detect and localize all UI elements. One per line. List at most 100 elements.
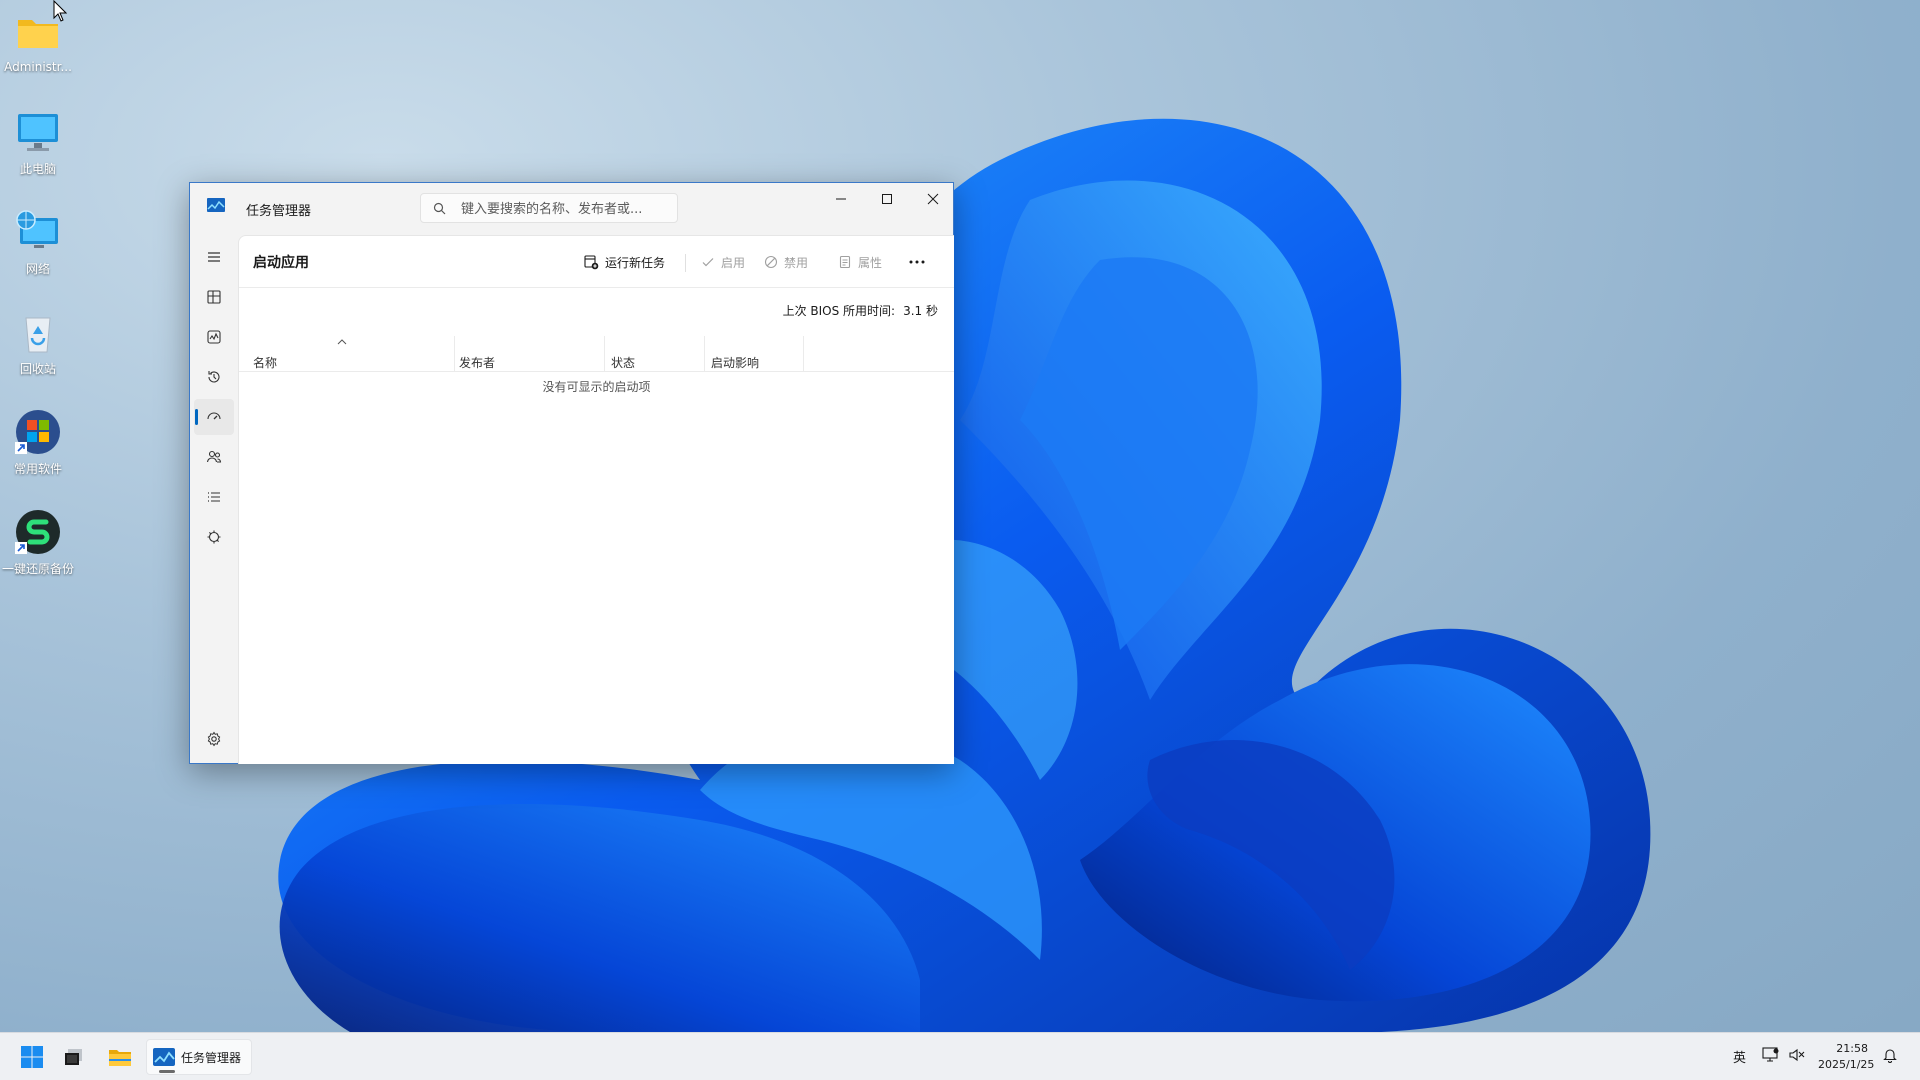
column-status-label: 状态 bbox=[611, 356, 636, 370]
desktop-icon-this-pc[interactable]: 此电脑 bbox=[0, 108, 76, 177]
column-header-status[interactable]: 状态 bbox=[611, 336, 701, 372]
column-divider[interactable] bbox=[454, 336, 455, 372]
search-box[interactable] bbox=[420, 193, 678, 223]
column-header-name[interactable]: 名称 bbox=[239, 336, 447, 372]
notification-center-button[interactable] bbox=[1882, 1047, 1898, 1067]
volume-tray-button[interactable] bbox=[1788, 1047, 1806, 1067]
clock-date: 2025/1/25 bbox=[1818, 1058, 1875, 1071]
taskbar: 任务管理器 英 21:58 2025/1/25 bbox=[0, 1032, 1920, 1080]
nav-app-history[interactable] bbox=[194, 359, 234, 395]
file-explorer-icon bbox=[109, 1050, 131, 1066]
more-icon bbox=[909, 260, 925, 264]
more-options-button[interactable] bbox=[906, 248, 934, 276]
nav-startup-apps[interactable] bbox=[194, 399, 234, 435]
software-shortcut-icon bbox=[14, 408, 62, 456]
menu-icon bbox=[208, 252, 220, 262]
sort-ascending-icon bbox=[337, 339, 347, 345]
details-icon bbox=[208, 492, 220, 502]
run-new-task-button[interactable]: 运行新任务 bbox=[583, 248, 665, 276]
clock-time: 21:58 bbox=[1836, 1042, 1868, 1055]
task-manager-icon bbox=[153, 1048, 175, 1066]
startup-apps-page: 启动应用 运行新任务 启用 禁用 属性 上次 BIOS 所用时间: 3.1 秒 bbox=[238, 235, 954, 764]
empty-list-message: 没有可显示的启动项 bbox=[542, 380, 651, 394]
disable-icon bbox=[764, 255, 778, 269]
minimize-button[interactable] bbox=[818, 183, 864, 215]
desktop-icon-label: 网络 bbox=[25, 262, 50, 276]
input-language-indicator[interactable]: 英 bbox=[1733, 1047, 1746, 1066]
app-history-icon bbox=[208, 371, 220, 383]
column-divider[interactable] bbox=[803, 336, 804, 372]
title-bar[interactable]: 任务管理器 bbox=[190, 183, 953, 235]
desktop-icon-network[interactable]: 网络 bbox=[0, 208, 76, 277]
network-icon bbox=[14, 208, 62, 256]
properties-icon bbox=[839, 255, 851, 269]
run-new-task-icon bbox=[584, 255, 599, 270]
checkmark-icon bbox=[702, 258, 714, 267]
maximize-button[interactable] bbox=[864, 183, 910, 215]
page-title: 启动应用 bbox=[253, 255, 309, 271]
nav-users[interactable] bbox=[194, 439, 234, 475]
column-divider[interactable] bbox=[704, 336, 705, 372]
enable-button[interactable]: 启用 bbox=[701, 248, 745, 276]
close-button[interactable] bbox=[910, 183, 956, 215]
table-header: 名称 发布者 状态 启动影响 bbox=[239, 336, 954, 372]
users-icon bbox=[206, 450, 222, 463]
mouse-cursor-icon bbox=[53, 0, 67, 22]
desktop-icon-label: Administr... bbox=[4, 60, 72, 74]
task-view-button[interactable] bbox=[56, 1039, 92, 1075]
network-status-icon bbox=[1762, 1047, 1779, 1062]
performance-icon bbox=[207, 330, 221, 344]
desktop-icon-restore-backup[interactable]: 一键还原备份 bbox=[0, 508, 76, 577]
task-manager-app-icon bbox=[207, 198, 225, 212]
startup-apps-icon bbox=[207, 412, 221, 420]
desktop-icon-common-software[interactable]: 常用软件 bbox=[0, 408, 76, 477]
bios-time-label: 上次 BIOS 所用时间: bbox=[782, 304, 896, 318]
desktop-icon-recycle-bin[interactable]: 回收站 bbox=[0, 308, 76, 377]
nav-details[interactable] bbox=[194, 479, 234, 515]
settings-icon bbox=[207, 731, 221, 747]
search-icon bbox=[433, 202, 446, 215]
desktop-icon-label: 一键还原备份 bbox=[1, 562, 74, 576]
speaker-muted-icon bbox=[1789, 1048, 1805, 1062]
nav-performance[interactable] bbox=[194, 319, 234, 355]
maximize-icon bbox=[882, 194, 892, 204]
task-view-icon bbox=[65, 1049, 82, 1065]
taskbar-app-label: 任务管理器 bbox=[181, 1050, 242, 1065]
column-divider[interactable] bbox=[604, 336, 605, 372]
nav-services[interactable] bbox=[194, 519, 234, 555]
enable-label: 启用 bbox=[721, 255, 746, 270]
toolbar-divider bbox=[239, 287, 954, 288]
properties-button[interactable]: 属性 bbox=[838, 248, 882, 276]
windows-logo-icon bbox=[21, 1046, 43, 1068]
start-button[interactable] bbox=[14, 1039, 50, 1075]
restore-backup-icon bbox=[14, 508, 62, 556]
nav-settings[interactable] bbox=[194, 721, 234, 757]
disable-button[interactable]: 禁用 bbox=[764, 248, 808, 276]
services-icon bbox=[207, 530, 221, 544]
computer-icon bbox=[14, 108, 62, 156]
desktop-icon-label: 常用软件 bbox=[13, 462, 62, 476]
bios-time-value: 3.1 秒 bbox=[903, 304, 938, 318]
column-header-startup-impact[interactable]: 启动影响 bbox=[711, 336, 801, 372]
search-input[interactable] bbox=[461, 199, 671, 219]
column-header-publisher[interactable]: 发布者 bbox=[459, 336, 599, 372]
navigation-sidebar bbox=[190, 235, 238, 764]
properties-label: 属性 bbox=[858, 255, 883, 270]
window-title: 任务管理器 bbox=[246, 204, 312, 219]
column-name-label: 名称 bbox=[253, 356, 278, 370]
close-icon bbox=[927, 193, 939, 205]
toolbar-separator bbox=[685, 254, 686, 272]
notification-bell-icon bbox=[1883, 1049, 1897, 1063]
desktop-icon-label: 此电脑 bbox=[19, 162, 56, 176]
recycle-bin-icon bbox=[14, 308, 62, 356]
file-explorer-taskbar-button[interactable] bbox=[102, 1039, 138, 1075]
nav-menu-toggle[interactable] bbox=[194, 239, 234, 275]
task-manager-window: 任务管理器 键入要搜索的名称、发布者或... 启动应用 运行新任务 启用 禁用 … bbox=[189, 182, 954, 764]
network-tray-button[interactable] bbox=[1762, 1047, 1780, 1067]
task-manager-taskbar-button[interactable]: 任务管理器 bbox=[146, 1039, 252, 1075]
disable-label: 禁用 bbox=[784, 255, 809, 270]
nav-processes[interactable] bbox=[194, 279, 234, 315]
system-clock[interactable]: 21:58 2025/1/25 bbox=[1818, 1041, 1875, 1073]
minimize-icon bbox=[836, 198, 846, 200]
processes-icon bbox=[207, 290, 221, 304]
